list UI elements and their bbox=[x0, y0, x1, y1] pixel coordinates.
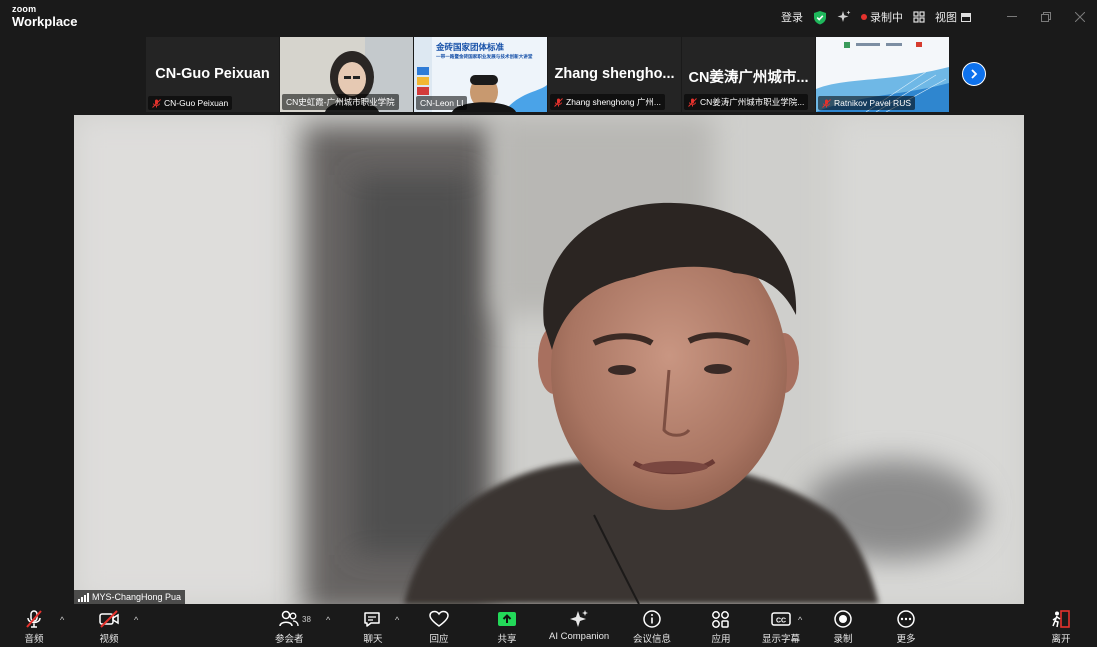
apps-button[interactable]: 应用 bbox=[710, 608, 732, 645]
login-button[interactable]: 登录 bbox=[781, 9, 803, 25]
participant-tile[interactable]: Ratnikov Pavel RUS bbox=[816, 37, 949, 112]
meeting-info-button[interactable]: 会议信息 bbox=[633, 608, 671, 645]
participant-label-text: CN-Leon LI bbox=[420, 98, 464, 108]
chat-button[interactable]: 聊天 bbox=[362, 608, 384, 645]
heart-icon bbox=[428, 608, 450, 630]
ai-companion-button[interactable]: AI Companion bbox=[549, 608, 609, 642]
active-speaker-video[interactable] bbox=[74, 115, 1024, 604]
meeting-toolbar: 音频 ^ 视频 ^ 参会者 38 ^ 聊天 ^ 回应 共享 AI Compani… bbox=[0, 604, 1097, 647]
mic-muted-icon bbox=[822, 98, 831, 108]
mic-muted-icon bbox=[24, 608, 44, 630]
next-page-button[interactable] bbox=[962, 62, 986, 86]
ai-sparkle-icon bbox=[568, 608, 590, 630]
apps-label: 应用 bbox=[711, 634, 731, 645]
participants-options-caret-icon[interactable]: ^ bbox=[326, 615, 330, 625]
info-icon bbox=[641, 608, 663, 630]
speaker-video-frame bbox=[74, 115, 1024, 604]
more-dots-icon bbox=[895, 608, 917, 630]
participant-label-text: CN史虹霞-广州城市职业学院 bbox=[286, 97, 395, 107]
leave-label: 离开 bbox=[1051, 634, 1071, 645]
view-label: 视图 bbox=[935, 12, 957, 24]
minimize-button[interactable] bbox=[995, 0, 1029, 34]
close-window-button[interactable] bbox=[1063, 0, 1097, 34]
gallery-grid-icon[interactable] bbox=[913, 11, 925, 23]
chat-options-caret-icon[interactable]: ^ bbox=[395, 615, 399, 625]
closed-captions-icon: CC bbox=[770, 608, 792, 630]
meeting-info-label: 会议信息 bbox=[633, 634, 672, 645]
video-button[interactable]: 视频 bbox=[98, 608, 120, 645]
participant-tile[interactable]: 金砖国家团体标准 一带一路暨金砖国家职业发展与技术创新大讲堂 CN-Leon L… bbox=[414, 37, 547, 112]
logo-workplace-text: Workplace bbox=[12, 14, 78, 29]
speaker-name-text: MYS-ChangHong Pua bbox=[92, 592, 182, 602]
view-layout-icon bbox=[961, 12, 971, 22]
mic-muted-icon bbox=[152, 98, 161, 108]
share-label: 共享 bbox=[497, 634, 517, 645]
security-shield-icon[interactable] bbox=[813, 10, 827, 25]
share-button[interactable]: 共享 bbox=[496, 608, 518, 645]
participant-label: Zhang shenghong 广州... bbox=[550, 94, 665, 110]
chat-icon bbox=[362, 608, 384, 630]
ai-sparkle-icon[interactable] bbox=[837, 10, 851, 24]
react-label: 回应 bbox=[429, 634, 449, 645]
leave-button[interactable]: 离开 bbox=[1050, 608, 1072, 645]
more-button[interactable]: 更多 bbox=[895, 608, 917, 645]
chevron-right-icon bbox=[971, 69, 978, 79]
participants-count: 38 bbox=[302, 615, 311, 624]
participant-strip: CN-Guo Peixuan CN-Guo Peixuan CN史虹霞-广州城市… bbox=[146, 37, 949, 112]
audio-label: 音频 bbox=[24, 634, 44, 645]
participant-tile[interactable]: CN姜涛广州城市... CN姜涛广州城市职业学院... bbox=[682, 37, 815, 112]
participant-name-display: Zhang shengho... bbox=[554, 66, 675, 82]
speaker-name-label: MYS-ChangHong Pua bbox=[74, 590, 186, 604]
participant-label: CN姜涛广州城市职业学院... bbox=[684, 94, 809, 110]
view-button[interactable]: 视图 bbox=[935, 9, 971, 25]
participant-name-display: CN姜涛广州城市... bbox=[688, 70, 809, 86]
participant-name-display: CN-Guo Peixuan bbox=[155, 66, 270, 82]
participant-label-text: CN姜涛广州城市职业学院... bbox=[700, 97, 805, 107]
more-label: 更多 bbox=[896, 634, 916, 645]
ai-companion-label: AI Companion bbox=[549, 631, 610, 642]
participants-button[interactable]: 参会者 bbox=[275, 608, 304, 645]
captions-button[interactable]: CC 显示字幕 bbox=[762, 608, 800, 645]
participant-label: Ratnikov Pavel RUS bbox=[818, 96, 916, 110]
captions-options-caret-icon[interactable]: ^ bbox=[798, 615, 802, 625]
react-button[interactable]: 回应 bbox=[428, 608, 450, 645]
audio-button[interactable]: 音频 bbox=[24, 608, 44, 645]
mic-muted-icon bbox=[688, 97, 697, 107]
signal-strength-icon bbox=[78, 592, 89, 602]
audio-options-caret-icon[interactable]: ^ bbox=[60, 615, 64, 625]
restore-button[interactable] bbox=[1029, 0, 1063, 34]
recording-indicator[interactable]: 录制中 bbox=[861, 9, 903, 25]
title-bar: zoom Workplace 登录 录制中 视图 bbox=[0, 0, 1097, 34]
video-off-icon bbox=[98, 608, 120, 630]
share-screen-icon bbox=[496, 608, 518, 630]
participant-label-text: Ratnikov Pavel RUS bbox=[834, 98, 912, 108]
zoom-logo: zoom Workplace bbox=[12, 4, 78, 29]
participant-label: CN-Leon LI bbox=[416, 96, 468, 110]
captions-label: 显示字幕 bbox=[762, 634, 801, 645]
chat-label: 聊天 bbox=[363, 634, 383, 645]
participant-tile[interactable]: Zhang shengho... Zhang shenghong 广州... bbox=[548, 37, 681, 112]
participants-icon bbox=[278, 608, 300, 630]
svg-text:CC: CC bbox=[776, 618, 786, 625]
slide-title-text: 金砖国家团体标准 bbox=[436, 42, 505, 52]
participant-tile[interactable]: CN史虹霞-广州城市职业学院 bbox=[280, 37, 413, 112]
participants-label: 参会者 bbox=[275, 634, 304, 645]
mic-muted-icon bbox=[554, 97, 563, 107]
record-button[interactable]: 录制 bbox=[832, 608, 854, 645]
leave-exit-icon bbox=[1050, 608, 1072, 630]
record-icon bbox=[832, 608, 854, 630]
video-options-caret-icon[interactable]: ^ bbox=[134, 615, 138, 625]
slide-subtitle-text: 一带一路暨金砖国家职业发展与技术创新大讲堂 bbox=[436, 54, 533, 59]
record-label: 录制 bbox=[833, 634, 853, 645]
participant-label-text: Zhang shenghong 广州... bbox=[566, 97, 661, 107]
video-label: 视频 bbox=[99, 634, 119, 645]
participant-label: CN-Guo Peixuan bbox=[148, 96, 233, 110]
participant-tile[interactable]: CN-Guo Peixuan CN-Guo Peixuan bbox=[146, 37, 279, 112]
recording-dot-icon bbox=[861, 14, 867, 20]
logo-zoom-text: zoom bbox=[12, 4, 37, 14]
recording-label: 录制中 bbox=[870, 12, 903, 24]
participant-label: CN史虹霞-广州城市职业学院 bbox=[282, 94, 399, 110]
apps-icon bbox=[710, 608, 732, 630]
participant-label-text: CN-Guo Peixuan bbox=[164, 98, 229, 108]
